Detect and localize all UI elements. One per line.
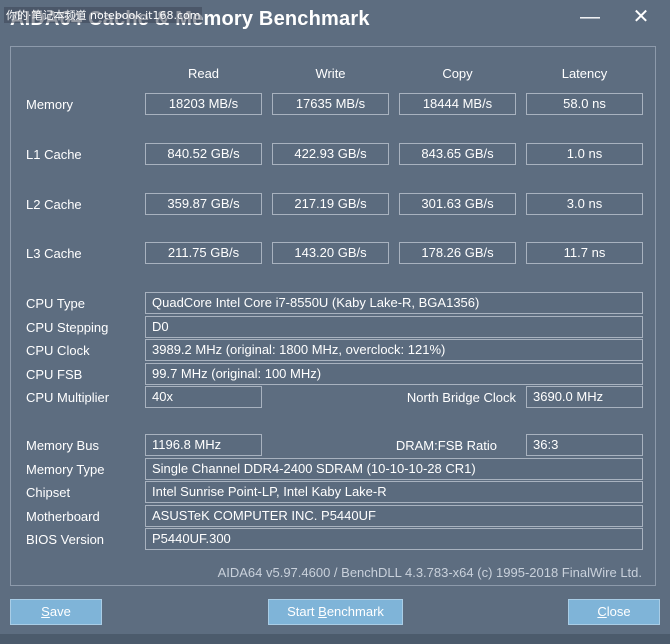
cpu-type-value: QuadCore Intel Core i7-8550U (Kaby Lake-…: [145, 292, 643, 314]
start-benchmark-label-pre: Start: [287, 604, 319, 619]
dram-fsb-ratio-label: DRAM:FSB Ratio: [395, 438, 497, 453]
column-header-read: Read: [187, 66, 220, 81]
l1-read-value: 840.52 GB/s: [145, 143, 262, 165]
title-bar: AIDA64 Cache & Memory Benchmark 你的·笔记本频道…: [0, 0, 670, 38]
l3-copy-value: 178.26 GB/s: [399, 242, 516, 264]
cpu-multiplier-value: 40x: [145, 386, 262, 408]
l2-read-value: 359.87 GB/s: [145, 193, 262, 215]
l3-read-value: 211.75 GB/s: [145, 242, 262, 264]
column-header-latency: Latency: [561, 66, 608, 81]
memory-type-label: Memory Type: [26, 462, 105, 477]
l1-write-value: 422.93 GB/s: [272, 143, 389, 165]
memory-write-value: 17635 MB/s: [272, 93, 389, 115]
chipset-label: Chipset: [26, 485, 71, 500]
memory-bus-value: 1196.8 MHz: [145, 434, 262, 456]
l1-copy-value: 843.65 GB/s: [399, 143, 516, 165]
l2-latency-value: 3.0 ns: [526, 193, 643, 215]
minimize-button[interactable]: —: [578, 6, 602, 30]
row-label-l1-cache: L1 Cache: [26, 147, 82, 162]
watermark: 你的·笔记本频道 notebook.it168.com: [4, 7, 203, 23]
row-label-memory: Memory: [26, 97, 73, 112]
north-bridge-clock-value: 3690.0 MHz: [526, 386, 643, 408]
motherboard-label: Motherboard: [26, 509, 100, 524]
north-bridge-clock-label: North Bridge Clock: [406, 390, 516, 405]
bios-version-value: P5440UF.300: [145, 528, 643, 550]
memory-latency-value: 58.0 ns: [526, 93, 643, 115]
close-button-mnemonic: C: [597, 604, 607, 619]
close-window-button[interactable]: ✕: [629, 6, 653, 30]
save-button-mnemonic: S: [41, 604, 50, 619]
save-button-label: ave: [49, 604, 71, 619]
start-benchmark-button[interactable]: Start Benchmark: [268, 599, 403, 625]
dram-fsb-ratio-value: 36:3: [526, 434, 643, 456]
chipset-value: Intel Sunrise Point-LP, Intel Kaby Lake-…: [145, 481, 643, 503]
motherboard-value: ASUSTeK COMPUTER INC. P5440UF: [145, 505, 643, 527]
l2-write-value: 217.19 GB/s: [272, 193, 389, 215]
row-label-l2-cache: L2 Cache: [26, 197, 82, 212]
cpu-clock-value: 3989.2 MHz (original: 1800 MHz, overcloc…: [145, 339, 643, 361]
cpu-clock-label: CPU Clock: [26, 343, 90, 358]
memory-bus-label: Memory Bus: [26, 438, 99, 453]
start-benchmark-label-post: enchmark: [326, 604, 384, 619]
l2-copy-value: 301.63 GB/s: [399, 193, 516, 215]
memory-type-value: Single Channel DDR4-2400 SDRAM (10-10-10…: [145, 458, 643, 480]
l3-latency-value: 11.7 ns: [526, 242, 643, 264]
close-button-label: lose: [606, 604, 631, 619]
cpu-stepping-label: CPU Stepping: [26, 320, 109, 335]
memory-copy-value: 18444 MB/s: [399, 93, 516, 115]
cpu-type-label: CPU Type: [26, 296, 86, 311]
row-label-l3-cache: L3 Cache: [26, 246, 82, 261]
version-footer: AIDA64 v5.97.4600 / BenchDLL 4.3.783-x64…: [217, 565, 642, 580]
cpu-fsb-value: 99.7 MHz (original: 100 MHz): [145, 363, 643, 385]
start-benchmark-mnemonic: B: [318, 604, 327, 619]
cpu-stepping-value: D0: [145, 316, 643, 338]
close-button[interactable]: Close: [568, 599, 660, 625]
l1-latency-value: 1.0 ns: [526, 143, 643, 165]
window-bottom-edge: [0, 634, 670, 644]
bios-version-label: BIOS Version: [26, 532, 105, 547]
l3-write-value: 143.20 GB/s: [272, 242, 389, 264]
column-header-copy: Copy: [442, 66, 473, 81]
column-header-write: Write: [315, 66, 346, 81]
memory-read-value: 18203 MB/s: [145, 93, 262, 115]
cpu-fsb-label: CPU FSB: [26, 367, 83, 382]
cpu-multiplier-label: CPU Multiplier: [26, 390, 110, 405]
save-button[interactable]: Save: [10, 599, 102, 625]
